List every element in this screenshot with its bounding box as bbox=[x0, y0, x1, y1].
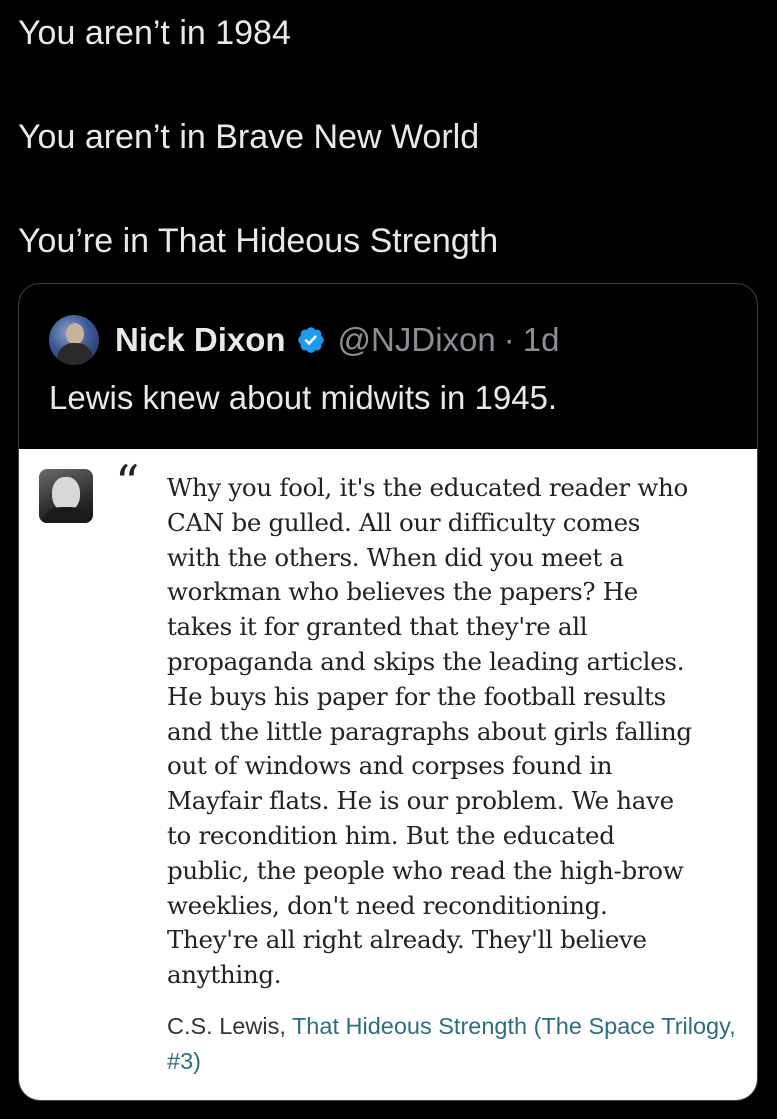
excerpt-line: takes it for granted that they're all bbox=[167, 612, 588, 642]
quoted-tweet-text: Lewis knew about midwits in 1945. bbox=[49, 379, 558, 416]
book-excerpt: Why you fool, it's the educated reader w… bbox=[167, 471, 747, 993]
author-name[interactable]: Nick Dixon bbox=[115, 321, 286, 359]
excerpt-line: and the little paragraphs about girls fa… bbox=[167, 716, 692, 746]
tweet-line: You aren’t in Brave New World bbox=[18, 118, 480, 156]
excerpt-line: out of windows and corpses found in bbox=[167, 751, 613, 781]
excerpt-line: to recondition him. But the educated bbox=[167, 820, 615, 850]
separator-dot: · bbox=[503, 321, 515, 358]
excerpt-line: workman who believes the papers? He bbox=[167, 577, 638, 607]
excerpt-line: weeklies, don't need reconditioning. bbox=[167, 890, 608, 920]
attribution-author: C.S. Lewis, bbox=[167, 1013, 292, 1039]
tweet-line: You’re in That Hideous Strength bbox=[18, 222, 499, 260]
excerpt-line: Mayfair flats. He is our problem. We hav… bbox=[167, 786, 674, 816]
excerpt-line: with the others. When did you meet a bbox=[167, 542, 624, 572]
avatar[interactable] bbox=[49, 315, 99, 365]
quoted-tweet-card[interactable]: Nick Dixon @NJDixon · 1d Lewis knew abou… bbox=[18, 283, 758, 1101]
excerpt-attribution: C.S. Lewis, That Hideous Strength (The S… bbox=[167, 1009, 747, 1079]
quotation-mark-icon: “ bbox=[115, 455, 140, 511]
excerpt-line: anything. bbox=[167, 960, 282, 990]
author-handle[interactable]: @NJDixon bbox=[338, 321, 496, 359]
embedded-image[interactable]: “ Why you fool, it's the educated reader… bbox=[19, 449, 757, 1100]
excerpt-line: He buys his paper for the football resul… bbox=[167, 681, 666, 711]
excerpt-line: CAN be gulled. All our difficulty comes bbox=[167, 507, 641, 537]
excerpt-line: propaganda and skips the leading article… bbox=[167, 646, 685, 676]
verified-badge-icon bbox=[297, 327, 324, 353]
author-portrait bbox=[39, 469, 93, 523]
excerpt-line: Why you fool, it's the educated reader w… bbox=[167, 473, 688, 502]
quoted-tweet-header: Nick Dixon @NJDixon · 1d bbox=[49, 315, 560, 365]
timestamp[interactable]: 1d bbox=[523, 321, 560, 359]
excerpt-line: They're all right already. They'll belie… bbox=[167, 925, 647, 955]
tweet-line: You aren’t in 1984 bbox=[18, 14, 291, 52]
excerpt-line: public, the people who read the high-bro… bbox=[167, 855, 684, 885]
